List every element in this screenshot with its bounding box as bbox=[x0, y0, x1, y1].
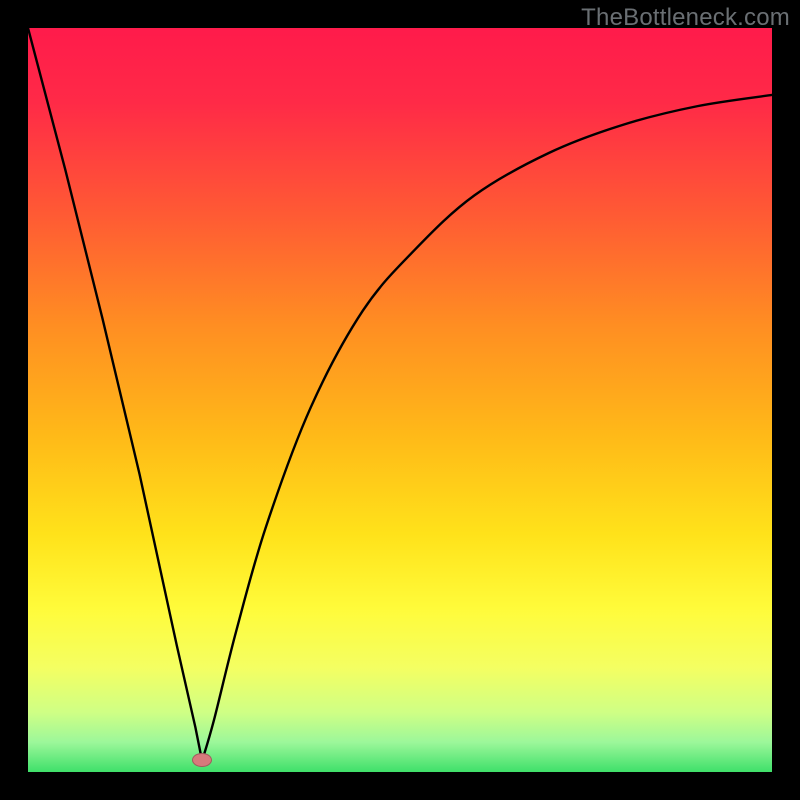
plot-area bbox=[28, 28, 772, 772]
curve-layer bbox=[28, 28, 772, 772]
chart-frame: TheBottleneck.com bbox=[0, 0, 800, 800]
attribution-text: TheBottleneck.com bbox=[581, 4, 790, 32]
minimum-marker bbox=[192, 753, 212, 767]
bottleneck-curve bbox=[28, 28, 772, 761]
